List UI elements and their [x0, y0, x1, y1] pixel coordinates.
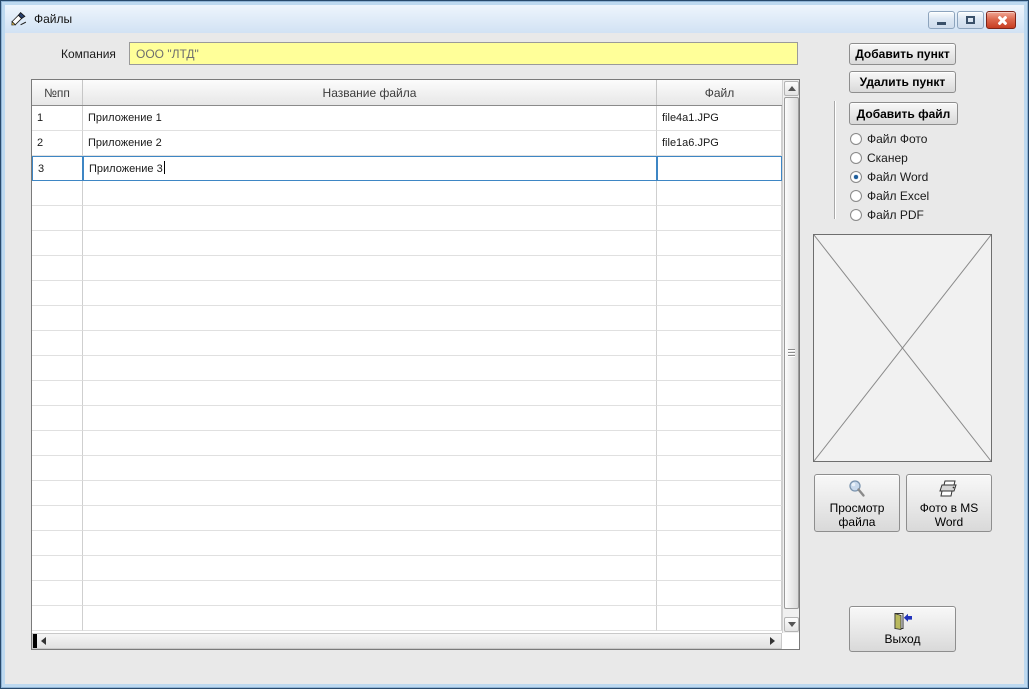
column-header-name[interactable]: Название файла: [83, 80, 657, 105]
column-header-file[interactable]: Файл: [657, 80, 782, 105]
table-row[interactable]: 1 Приложение 1 file4a1.JPG: [32, 106, 782, 131]
cell-file[interactable]: file4a1.JPG: [657, 106, 782, 131]
table-row-empty[interactable]: [32, 581, 782, 606]
radio-file-excel[interactable]: Файл Excel: [850, 187, 929, 204]
text-caret: [163, 161, 165, 174]
table-header: №пп Название файла Файл: [32, 80, 782, 106]
close-icon: [996, 15, 1007, 26]
table-row-empty[interactable]: [32, 506, 782, 531]
company-input[interactable]: [129, 42, 798, 65]
cell-num[interactable]: 2: [32, 131, 83, 156]
scroll-down-button[interactable]: [784, 617, 799, 632]
table-row-editing[interactable]: 3 Приложение 3: [32, 156, 782, 181]
photo-to-word-button[interactable]: Фото в MS Word: [906, 474, 992, 532]
arrow-left-icon[interactable]: [41, 637, 46, 645]
scroll-up-button[interactable]: [784, 81, 799, 96]
writing-hand-icon: [11, 11, 27, 25]
cell-file[interactable]: [657, 156, 782, 181]
radio-icon: [850, 170, 862, 183]
radio-label: Файл Word: [867, 169, 929, 184]
arrow-down-icon: [787, 622, 796, 627]
magnifier-icon: [849, 480, 865, 497]
maximize-button[interactable]: [957, 11, 984, 29]
radio-file-pdf[interactable]: Файл PDF: [850, 206, 924, 223]
table-row-empty[interactable]: [32, 381, 782, 406]
table-row-empty[interactable]: [32, 231, 782, 256]
table-row-empty[interactable]: [32, 431, 782, 456]
radio-icon: [850, 189, 862, 202]
exit-button[interactable]: Выход: [849, 606, 956, 652]
horizontal-scroll-thumb[interactable]: [33, 634, 37, 648]
scrollbar-corner: [782, 633, 799, 649]
table-rows: 1 Приложение 1 file4a1.JPG 2 Приложение …: [32, 106, 782, 631]
radio-label: Файл PDF: [867, 207, 924, 222]
table-row-empty[interactable]: [32, 281, 782, 306]
vertical-scroll-thumb[interactable]: [784, 97, 799, 609]
files-window: Файлы Компания №пп Название файла Файл 1…: [0, 0, 1029, 689]
exit-label: Выход: [884, 632, 921, 646]
table-row-empty[interactable]: [32, 181, 782, 206]
arrow-up-icon: [787, 86, 796, 91]
table-row-empty[interactable]: [32, 331, 782, 356]
view-file-label: Просмотр файла: [829, 501, 885, 529]
photo-to-word-label: Фото в MS Word: [919, 501, 979, 529]
table-row-empty[interactable]: [32, 556, 782, 581]
table-row-empty[interactable]: [32, 531, 782, 556]
radio-scanner[interactable]: Сканер: [850, 149, 908, 166]
vertical-scrollbar[interactable]: [782, 80, 799, 633]
delete-item-button[interactable]: Удалить пункт: [849, 71, 956, 93]
radio-icon: [850, 151, 862, 164]
files-table: №пп Название файла Файл 1 Приложение 1 f…: [31, 79, 800, 650]
company-label: Компания: [61, 47, 116, 61]
radio-label: Файл Фото: [867, 131, 928, 146]
table-row-empty[interactable]: [32, 206, 782, 231]
radio-icon: [850, 208, 862, 221]
close-button[interactable]: [986, 11, 1016, 29]
exit-door-icon: [894, 612, 912, 630]
titlebar: Файлы: [5, 5, 1024, 33]
cell-name-text: Приложение 3: [89, 163, 163, 175]
table-row-empty[interactable]: [32, 356, 782, 381]
radio-icon: [850, 132, 862, 145]
table-row[interactable]: 2 Приложение 2 file1a6.JPG: [32, 131, 782, 156]
printer-icon: [939, 480, 957, 497]
empty-image-cross-icon: [813, 234, 992, 462]
table-row-empty[interactable]: [32, 606, 782, 631]
cell-name[interactable]: Приложение 1: [83, 106, 657, 131]
table-row-empty[interactable]: [32, 406, 782, 431]
table-row-empty[interactable]: [32, 256, 782, 281]
view-file-button[interactable]: Просмотр файла: [814, 474, 900, 532]
table-row-empty[interactable]: [32, 306, 782, 331]
horizontal-scrollbar[interactable]: [32, 633, 782, 649]
group-bevel: [834, 101, 835, 219]
maximize-icon: [966, 16, 975, 24]
cell-num[interactable]: 1: [32, 106, 83, 131]
minimize-icon: [937, 22, 946, 25]
image-preview-placeholder: [813, 234, 992, 462]
scroll-grip-icon: [788, 349, 795, 358]
add-item-button[interactable]: Добавить пункт: [849, 43, 956, 65]
arrow-right-icon[interactable]: [770, 637, 775, 645]
column-header-num[interactable]: №пп: [32, 80, 83, 105]
cell-name[interactable]: Приложение 2: [83, 131, 657, 156]
minimize-button[interactable]: [928, 11, 955, 29]
cell-num[interactable]: 3: [32, 156, 83, 181]
window-title: Файлы: [34, 12, 73, 26]
radio-label: Сканер: [867, 150, 908, 165]
table-row-empty[interactable]: [32, 456, 782, 481]
radio-file-word[interactable]: Файл Word: [850, 168, 928, 185]
radio-file-photo[interactable]: Файл Фото: [850, 130, 927, 147]
table-row-empty[interactable]: [32, 481, 782, 506]
cell-name-editing[interactable]: Приложение 3: [83, 156, 657, 181]
radio-label: Файл Excel: [867, 188, 930, 203]
grid-empty-rows: [32, 181, 782, 631]
add-file-button[interactable]: Добавить файл: [849, 102, 958, 125]
cell-file[interactable]: file1a6.JPG: [657, 131, 782, 156]
